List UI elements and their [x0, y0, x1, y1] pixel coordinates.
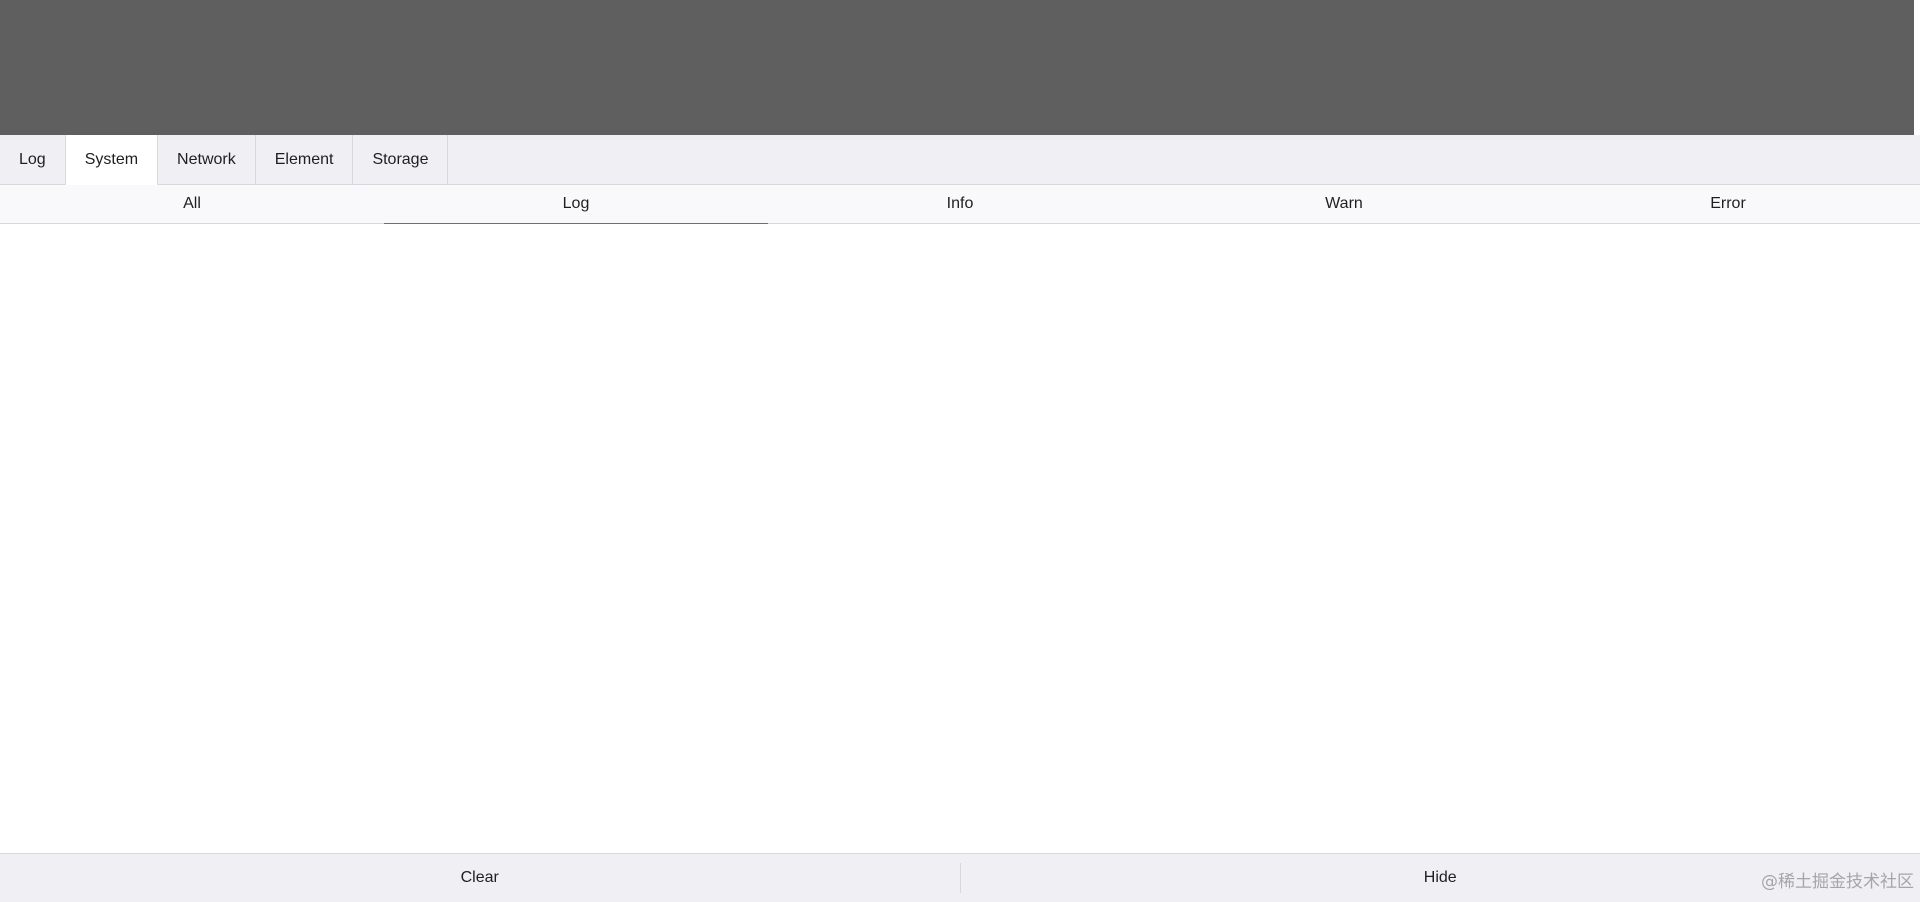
- panel-footer: Clear Hide: [0, 853, 1920, 902]
- main-tab-bar: Log System Network Element Storage: [0, 135, 1920, 185]
- tab-log[interactable]: Log: [0, 135, 66, 184]
- tab-element[interactable]: Element: [256, 135, 354, 184]
- tab-network[interactable]: Network: [158, 135, 256, 184]
- backdrop-gap: [1914, 0, 1920, 135]
- tab-storage[interactable]: Storage: [353, 135, 449, 184]
- page-overlay-backdrop[interactable]: [0, 0, 1914, 135]
- tab-system[interactable]: System: [65, 135, 159, 185]
- debug-panel: Log System Network Element Storage All L…: [0, 135, 1920, 902]
- log-content-area[interactable]: [0, 224, 1920, 853]
- clear-button[interactable]: Clear: [0, 854, 960, 902]
- filter-log[interactable]: Log: [384, 185, 768, 224]
- filter-warn[interactable]: Warn: [1152, 185, 1536, 223]
- filter-info[interactable]: Info: [768, 185, 1152, 223]
- hide-button[interactable]: Hide: [961, 854, 1920, 902]
- filter-all[interactable]: All: [0, 185, 384, 223]
- filter-error[interactable]: Error: [1536, 185, 1920, 223]
- log-level-filter-bar: All Log Info Warn Error: [0, 185, 1920, 224]
